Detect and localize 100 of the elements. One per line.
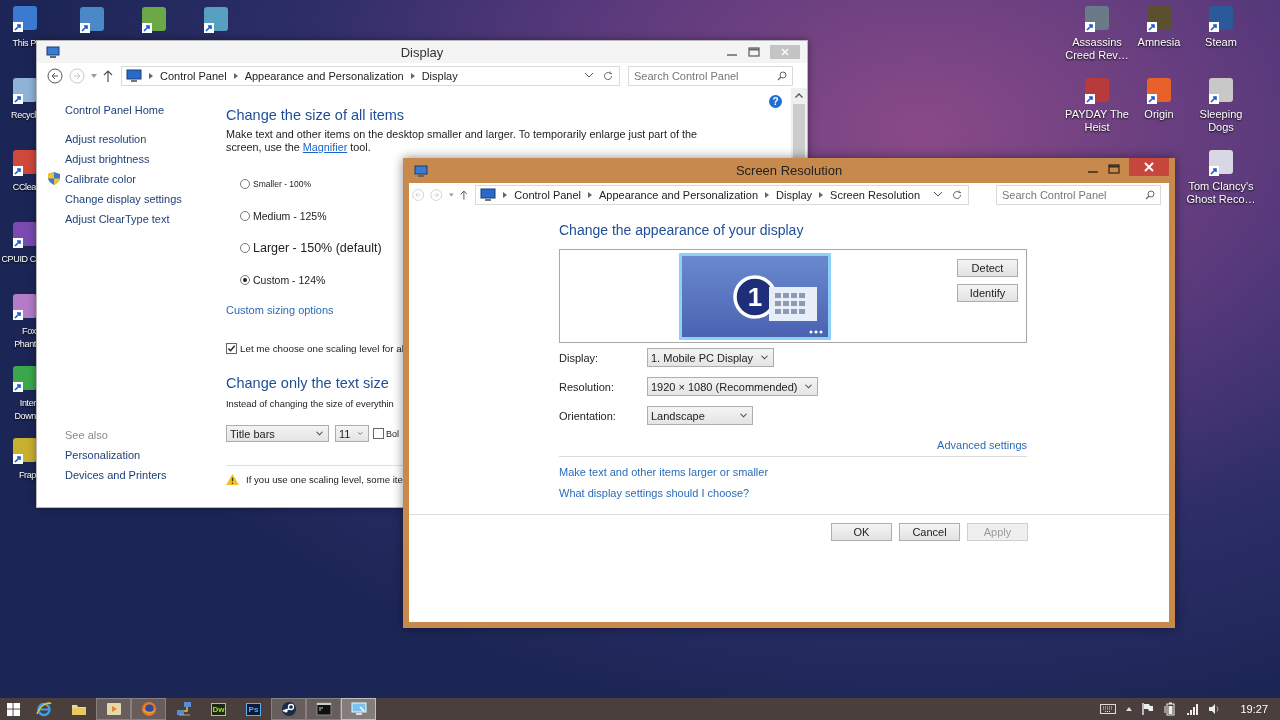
signal-icon[interactable] [1186, 703, 1199, 715]
up-arrow-icon[interactable] [103, 69, 113, 82]
breadcrumb-item[interactable]: Display [421, 69, 458, 82]
sidebar-link[interactable]: Adjust resolution [65, 133, 147, 145]
address-field[interactable]: Control Panel Appearance and Personalization Display [121, 65, 620, 86]
dropdown[interactable]: 1. Mobile PC Display [647, 348, 775, 367]
dropdown[interactable]: Landscape [647, 406, 753, 425]
detect-button[interactable]: Detect [957, 259, 1018, 277]
radio-option[interactable]: Custom - 124% [240, 264, 382, 296]
help-link[interactable]: Make text and other items larger or smaller [559, 465, 769, 478]
checkbox[interactable] [373, 428, 384, 439]
shortcut-icon[interactable] [1082, 4, 1112, 34]
option-label: Custom - 124% [253, 274, 326, 286]
breadcrumb-item[interactable]: Appearance and Personalization [599, 188, 759, 201]
icon-label[interactable]: Frap [18, 469, 36, 482]
shortcut-icon[interactable] [1144, 4, 1174, 34]
radio-button[interactable] [240, 179, 250, 189]
taskbar-button[interactable]: Dw [201, 698, 236, 720]
icon-label[interactable]: Inter Down [14, 397, 36, 423]
scroll-thumb[interactable] [793, 104, 805, 160]
sidebar-link[interactable]: Change display settings [65, 193, 182, 205]
back-icon[interactable] [47, 67, 63, 84]
breadcrumb-item[interactable]: Screen Resolution [830, 188, 920, 201]
taskbar-button[interactable]: Ps [236, 698, 271, 720]
chevron-icon [503, 191, 508, 198]
dropdown[interactable]: 1920 × 1080 (Recommended) [647, 377, 819, 396]
maximize-icon[interactable] [748, 47, 760, 57]
checkbox[interactable] [226, 343, 237, 354]
radio-button[interactable] [240, 275, 250, 285]
keyboard-icon[interactable] [1100, 704, 1117, 714]
breadcrumb-item[interactable]: Appearance and Personalization [244, 69, 404, 82]
icon-label[interactable]: Origin [1144, 108, 1174, 121]
up-arrow-icon[interactable] [459, 188, 468, 201]
close-button[interactable] [1129, 158, 1169, 176]
refresh-icon[interactable] [952, 189, 962, 200]
icon-label[interactable]: Amnesia [1137, 36, 1181, 49]
dropdown[interactable]: Title bars [226, 425, 329, 442]
address-field[interactable]: Control Panel Appearance and Personalization Display Screen Resolution [475, 184, 969, 205]
magnifier-link[interactable]: Magnifier [302, 141, 348, 153]
shortcut-icon[interactable] [1206, 148, 1236, 178]
shortcut-icon[interactable] [1206, 76, 1236, 106]
icon-label[interactable]: Recycl [11, 109, 36, 122]
icon-label[interactable]: PAYDAY The Heist [1065, 108, 1129, 134]
volume-icon[interactable] [1208, 703, 1221, 715]
sidebar-link[interactable]: Calibrate color [65, 173, 136, 185]
sidebar-link[interactable]: Devices and Printers [65, 465, 226, 485]
breadcrumb-item[interactable]: Control Panel [160, 69, 227, 82]
clock[interactable]: 19:27 [1240, 703, 1268, 715]
folder-icon [70, 702, 87, 716]
monitor-icon [414, 164, 428, 177]
radio-button[interactable] [240, 243, 250, 253]
icon-label[interactable]: CClea [12, 181, 36, 194]
help-button[interactable]: ? [769, 95, 782, 108]
shortcut-icon[interactable] [139, 5, 169, 35]
shortcut-icon[interactable] [1206, 4, 1236, 34]
breadcrumb-item[interactable]: Display [776, 188, 813, 201]
sidebar-link[interactable]: Control Panel Home [65, 104, 165, 116]
field-label: Resolution: [559, 380, 616, 393]
identify-button[interactable]: Identify [957, 284, 1018, 302]
window-title: Display [400, 44, 444, 60]
shortcut-icon[interactable] [10, 4, 40, 34]
scroll-up-icon[interactable] [795, 93, 803, 98]
help-link[interactable]: What display settings should I choose? [559, 486, 750, 499]
shortcut-icon[interactable] [1082, 76, 1112, 106]
radio-option[interactable]: Smaller - 100% [240, 168, 382, 200]
battery-icon[interactable] [1164, 702, 1177, 716]
caret-icon[interactable] [585, 73, 593, 78]
breadcrumb-item[interactable]: Control Panel [514, 188, 581, 201]
refresh-icon[interactable] [603, 70, 613, 81]
dialog-button[interactable]: OK [831, 523, 892, 541]
sidebar-link[interactable]: Adjust ClearType text [65, 213, 170, 225]
caret-icon[interactable] [1126, 707, 1133, 711]
flag-icon[interactable] [1142, 703, 1155, 715]
dropdown[interactable]: 11 [335, 425, 369, 442]
icon-label[interactable]: Steam [1205, 36, 1237, 49]
radio-option[interactable]: Medium - 125% [240, 200, 382, 232]
sidebar-link[interactable]: Adjust brightness [65, 153, 150, 165]
dialog-button[interactable]: Cancel [899, 523, 960, 541]
shortcut-icon[interactable] [1144, 76, 1174, 106]
radio-button[interactable] [240, 211, 250, 221]
caret-icon[interactable] [934, 192, 942, 197]
field-label: Display: [559, 351, 600, 364]
taskbar-button[interactable] [306, 698, 341, 720]
icon-label[interactable]: Assassins Creed Rev… [1065, 36, 1129, 62]
icon-label[interactable]: Tom Clancy's Ghost Reco… [1186, 180, 1256, 206]
icon-label[interactable]: This P [12, 37, 36, 50]
shortcut-icon[interactable] [201, 5, 231, 35]
radio-option[interactable]: Larger - 150% (default) [240, 232, 382, 264]
icon-label[interactable]: Fox Phant [14, 325, 36, 351]
icon-label[interactable]: Sleeping Dogs [1199, 108, 1243, 134]
monitor-drawing[interactable]: 1 [679, 253, 831, 340]
maximize-icon[interactable] [1108, 164, 1120, 174]
icon-label[interactable]: CPUID C [1, 253, 36, 266]
custom-sizing-link[interactable]: Custom sizing options [226, 304, 334, 316]
advanced-settings-link[interactable]: Advanced settings [937, 439, 1027, 451]
sidebar-link[interactable]: Personalization [65, 445, 226, 465]
taskbar-button[interactable] [271, 698, 306, 720]
search-field[interactable]: Search Control Panel [628, 65, 793, 86]
search-field[interactable]: Search Control Panel [996, 184, 1161, 205]
shortcut-icon[interactable] [77, 5, 107, 35]
